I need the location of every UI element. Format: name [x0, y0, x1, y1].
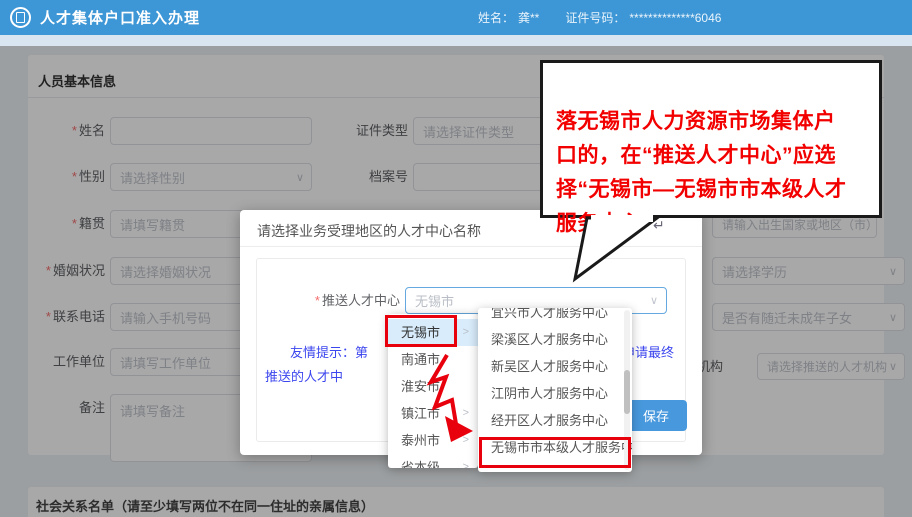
annotation-callout: 落无锡市人力资源市场集体户 口的，在“推送人才中心”应选 择“无锡市—无锡市市本… — [540, 60, 882, 218]
user-name-value: 龚** — [518, 9, 539, 26]
user-info: 姓名： 龚** 证件号码： **************6046 — [478, 0, 725, 35]
user-id-label: 证件号码： — [565, 9, 625, 26]
app-header: 人才集体户口准入办理 姓名： 龚** 证件号码： **************6… — [0, 0, 912, 35]
lightning-arrow-annotation — [425, 352, 515, 452]
scrollbar-thumb[interactable] — [624, 370, 630, 414]
app-logo-icon — [10, 7, 31, 28]
header-subbar — [0, 35, 912, 46]
user-name-label: 姓名： — [478, 9, 514, 26]
save-button[interactable]: 保存 — [625, 400, 687, 431]
annotation-callout-tail — [545, 215, 695, 285]
push-center-label: *推送人才中心 — [300, 287, 400, 314]
tip-text-fragment-3: 推送的人才中 — [265, 366, 343, 385]
annotation-box-city — [385, 315, 457, 347]
center-menu-item[interactable]: 宜兴市人才服务中心 — [478, 308, 632, 326]
chevron-right-icon: > — [463, 319, 469, 346]
tip-text-fragment-1: 友情提示：第 — [290, 342, 368, 361]
center-menu-item[interactable]: 梁溪区人才服务中心 — [478, 326, 632, 353]
page-title: 人才集体户口准入办理 — [40, 7, 200, 28]
chevron-down-icon: ∨ — [650, 294, 658, 307]
app-root: 人才集体户口准入办理 姓名： 龚** 证件号码： **************6… — [0, 0, 912, 517]
user-id-value: **************6046 — [629, 11, 721, 25]
chevron-right-icon: > — [463, 454, 469, 468]
modal-title: 请选择业务受理地区的人才中心名称 — [257, 221, 481, 241]
city-menu-item[interactable]: 省本级> — [388, 454, 478, 468]
